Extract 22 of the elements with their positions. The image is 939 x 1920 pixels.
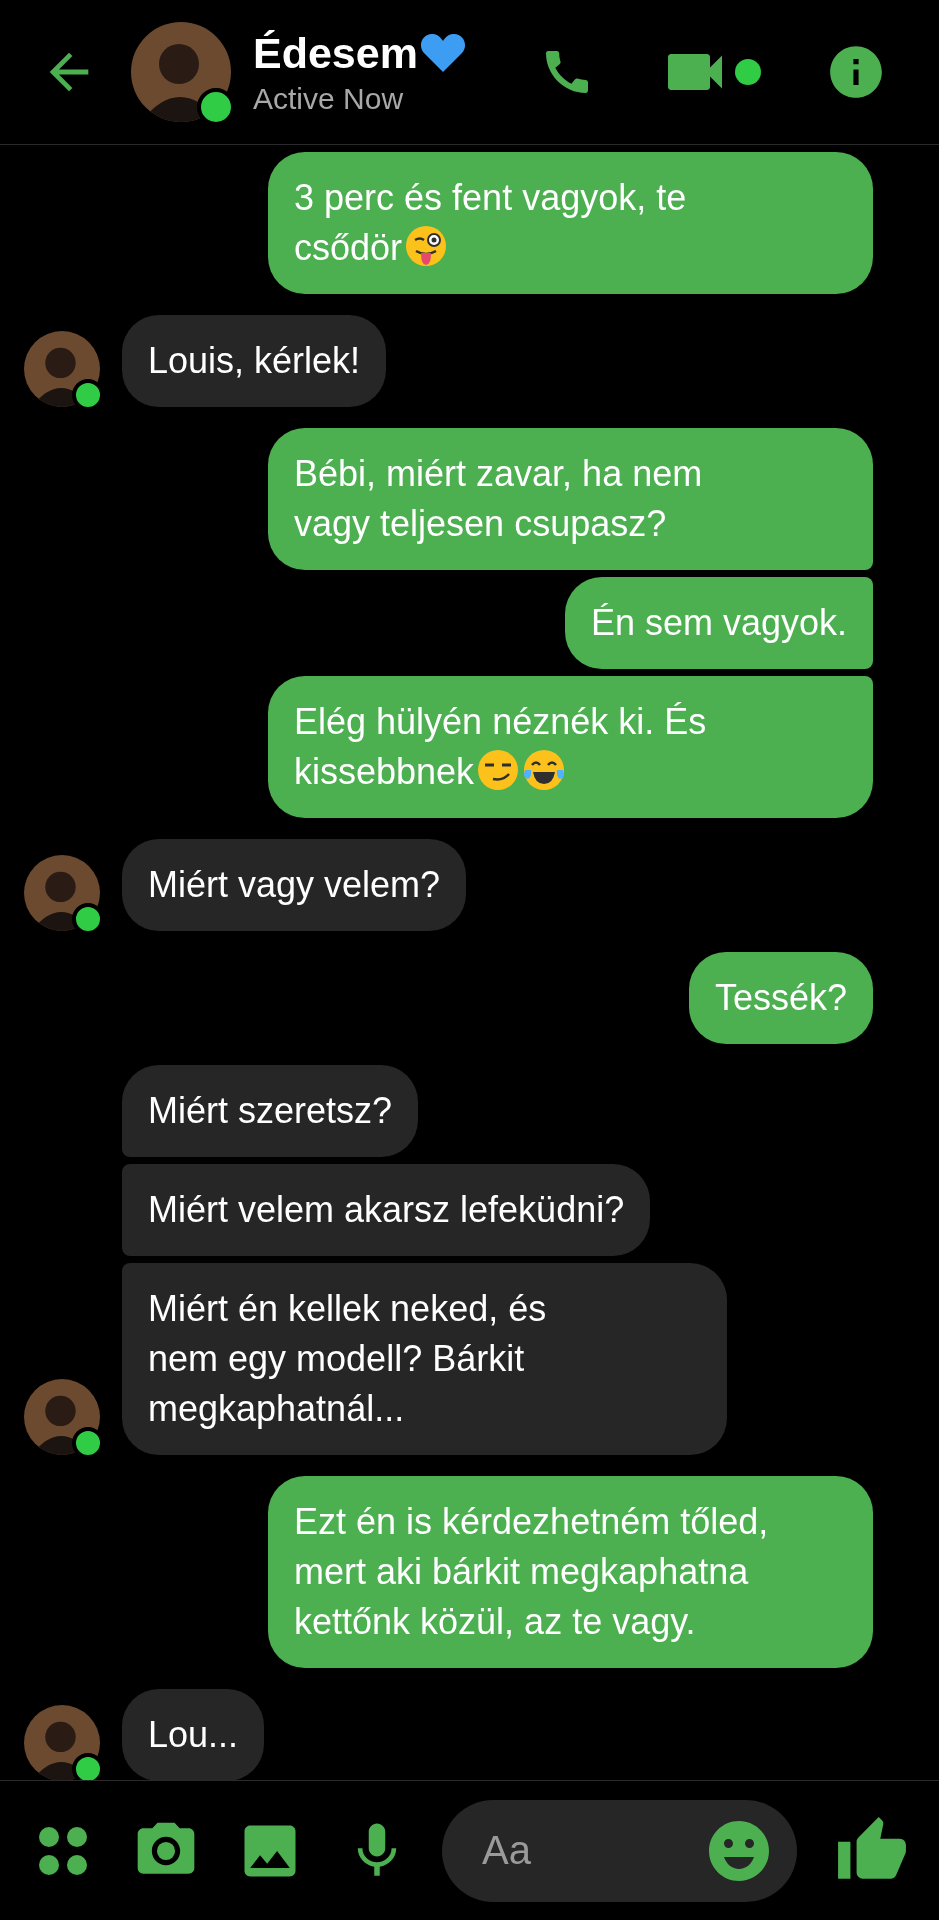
heart-icon xyxy=(419,32,466,74)
message-bubble: 3 perc és fent vagyok, te csődör xyxy=(268,152,873,294)
apps-button[interactable] xyxy=(38,1825,88,1876)
message-bubble: Miért velem akarsz lefeküdni? xyxy=(122,1164,651,1256)
message-input[interactable]: Aa xyxy=(480,1827,703,1874)
active-status: Active Now xyxy=(253,81,405,116)
message-bubble: Tessék? xyxy=(688,952,873,1044)
message-bubble: Louis, kérlek! xyxy=(122,315,387,407)
message-bubble: Miért szeretsz? xyxy=(122,1065,419,1157)
laughing-tears-emoji-icon xyxy=(522,748,567,792)
smirk-emoji-icon xyxy=(476,748,521,792)
message-bubble: Ezt én is kérdezhetném tőled, mert aki bárkit megkaphatna kettőnk közül, az te vagy. xyxy=(268,1476,873,1668)
message-field[interactable]: Aa xyxy=(442,1799,797,1902)
status-dot xyxy=(735,59,761,85)
message-bubble: Lou... xyxy=(122,1689,265,1780)
message-bubble: Miért én kellek neked, és nem egy modell? Bárkit megkaphatnál... xyxy=(122,1263,727,1455)
message-bubble: Bébi, miért zavar, ha nem vagy teljesen csupasz? xyxy=(268,428,873,570)
contact-name: Édesem xyxy=(253,28,418,78)
message-bubble: Én sem vagyok. xyxy=(564,577,873,669)
winking-tongue-emoji-icon xyxy=(404,224,449,268)
message-bubble: Miért vagy velem? xyxy=(122,839,467,931)
message-bubble: Elég hülyén néznék ki. És kissebbnek xyxy=(268,676,873,818)
